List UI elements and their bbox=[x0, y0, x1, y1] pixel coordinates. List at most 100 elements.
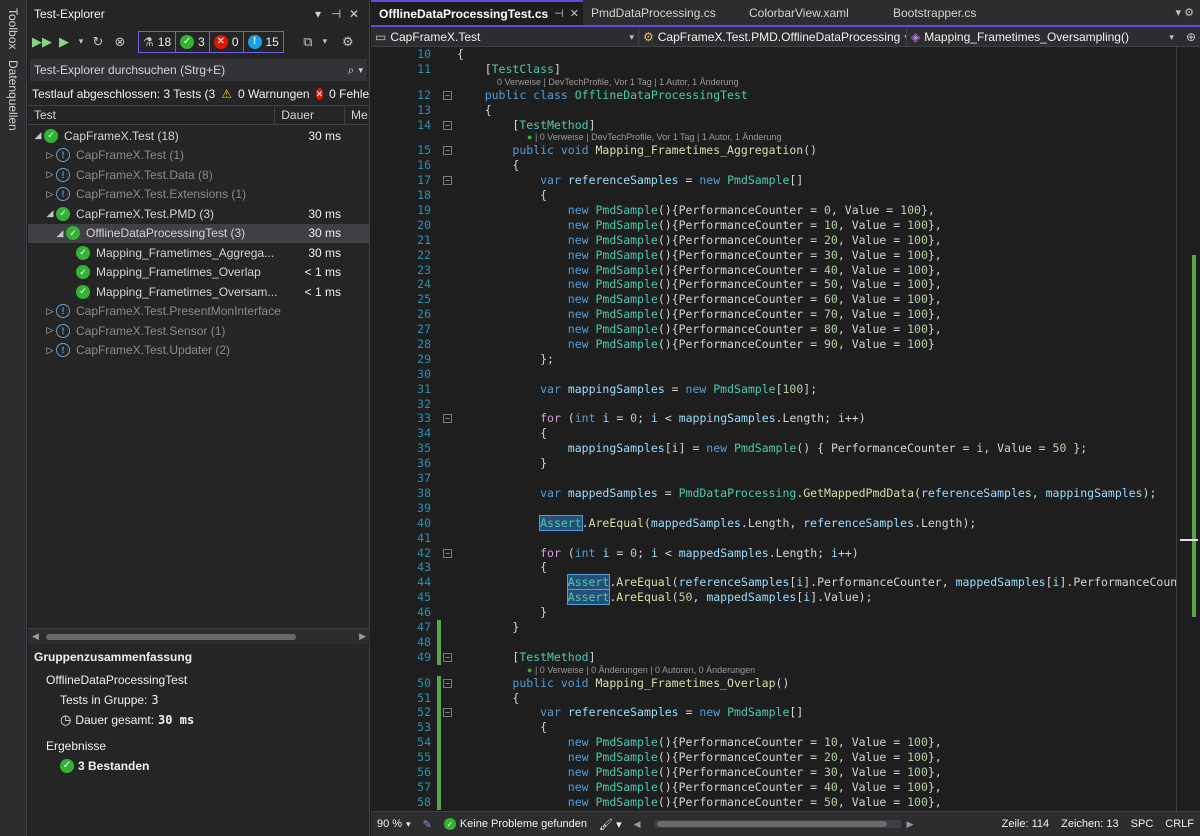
run-all-icon[interactable]: ▶▶ bbox=[32, 31, 52, 53]
tree-node[interactable]: ◢ ✓ CapFrameX.Test.PMD (3) 30 ms bbox=[28, 204, 369, 224]
summary-results: ✓ 3 Bestanden bbox=[34, 756, 364, 776]
tree-node[interactable]: ▷ ! CapFrameX.Test.Sensor (1) bbox=[28, 321, 369, 341]
chevron-down-icon: ▾ bbox=[629, 31, 634, 42]
split-icon[interactable]: ⊕ bbox=[1186, 30, 1196, 44]
collapsed-arrow-icon[interactable]: ▷ bbox=[44, 189, 56, 200]
column-message[interactable]: Me bbox=[345, 106, 369, 124]
column-test[interactable]: Test bbox=[28, 106, 276, 124]
passed-icon: ✓ bbox=[56, 206, 70, 221]
scroll-left-icon[interactable]: ◀ bbox=[32, 631, 39, 642]
toolbox-tab[interactable]: Toolbox bbox=[6, 8, 20, 49]
code-lens[interactable]: 0 Verweise | DevTechProfile, Vor 1 Tag |… bbox=[371, 77, 1200, 88]
code-line: 47 } bbox=[417, 619, 520, 635]
test-search-input[interactable]: Test-Explorer durchsuchen (Strg+E) ⌕ ▾ bbox=[30, 59, 367, 81]
editor-horizontal-scrollbar[interactable] bbox=[654, 820, 901, 828]
tab-bootstrapper[interactable]: Bootstrapper.cs bbox=[885, 0, 1015, 25]
code-line: 44 Assert.AreEqual(referenceSamples[i].P… bbox=[417, 574, 1185, 591]
line-ending[interactable]: CRLF bbox=[1159, 818, 1200, 830]
passed-icon: ● bbox=[527, 664, 533, 675]
pin-icon[interactable]: ⊣ bbox=[327, 7, 345, 21]
scroll-right-icon[interactable]: ▶ bbox=[359, 631, 366, 642]
collapsed-arrow-icon[interactable]: ▷ bbox=[44, 325, 56, 336]
repeat-run-icon[interactable]: ↻ bbox=[88, 31, 108, 53]
pin-icon[interactable]: ⊣ bbox=[554, 7, 564, 20]
scrollbar-thumb[interactable] bbox=[656, 821, 887, 827]
group-by-icon[interactable]: ⧉ bbox=[298, 31, 318, 53]
tree-horizontal-scrollbar[interactable]: ◀ ▶ bbox=[28, 628, 370, 644]
tree-node-selected[interactable]: ◢ ✓ OfflineDataProcessingTest (3) 30 ms bbox=[28, 223, 369, 243]
code-cleanup-icon[interactable]: 🖌 ▾ bbox=[593, 818, 628, 831]
failed-tests-filter[interactable]: ✕ 0 bbox=[210, 31, 244, 52]
code-lens[interactable]: ● | 0 Verweise | 0 Änderungen | 0 Autore… bbox=[371, 665, 1200, 676]
column-duration[interactable]: Dauer bbox=[275, 106, 346, 124]
test-leaf[interactable]: ✓ Mapping_Frametimes_Overlap < 1 ms bbox=[28, 263, 369, 283]
code-area[interactable]: 10{ 11 [TestClass] 0 Verweise | DevTechP… bbox=[371, 47, 1200, 811]
run-icon[interactable]: ▶ bbox=[54, 31, 74, 53]
code-line: 27 new PmdSample(){PerformanceCounter = … bbox=[417, 322, 942, 337]
close-icon[interactable]: ✕ bbox=[570, 7, 579, 20]
code-line: 55 new PmdSample(){PerformanceCounter = … bbox=[417, 750, 942, 765]
scroll-right-icon[interactable]: ▶ bbox=[901, 819, 920, 830]
passed-icon: ● bbox=[527, 132, 533, 143]
not-run-icon: ! bbox=[56, 148, 70, 163]
collapsed-arrow-icon[interactable]: ▷ bbox=[44, 150, 56, 161]
search-dropdown-icon[interactable]: ▾ bbox=[358, 65, 363, 76]
code-line: 39 bbox=[417, 500, 431, 515]
code-line: 24 new PmdSample(){PerformanceCounter = … bbox=[417, 277, 942, 292]
test-leaf[interactable]: ✓ Mapping_Frametimes_Aggrega... 30 ms bbox=[28, 243, 369, 263]
dropdown-icon[interactable]: ▾ bbox=[309, 7, 327, 21]
group-dropdown-icon[interactable]: ▾ bbox=[320, 31, 330, 53]
test-run-status: Testlauf abgeschlossen: 3 Tests (3 ⚠ 0 W… bbox=[32, 87, 369, 101]
char-indicator[interactable]: Zeichen: 13 bbox=[1055, 818, 1124, 830]
tree-node[interactable]: ▷ ! CapFrameX.Test.Data (8) bbox=[28, 165, 369, 185]
collapsed-arrow-icon[interactable]: ▷ bbox=[44, 306, 56, 317]
code-line: 23 new PmdSample(){PerformanceCounter = … bbox=[417, 262, 942, 277]
problems-indicator[interactable]: ✓ Keine Probleme gefunden bbox=[438, 818, 593, 830]
tab-list-dropdown-icon[interactable]: ▾ ⚙ bbox=[1176, 6, 1194, 19]
search-icon: ⌕ bbox=[347, 62, 355, 77]
warning-icon: ⚠ bbox=[221, 87, 232, 101]
tree-node[interactable]: ▷ ! CapFrameX.Test (1) bbox=[28, 146, 369, 166]
code-line: 53 { bbox=[417, 720, 548, 736]
tree-node[interactable]: ◢ ✓ CapFrameX.Test (18) 30 ms bbox=[28, 126, 369, 146]
check-icon: ✓ bbox=[180, 34, 195, 49]
test-explorer-toolbar: ▶▶ ▶ ▾ ↻ ⊗ ⚗ 18 ✓ 3 ✕ 0 ! 15 ⧉ ▾ ⚙ bbox=[28, 28, 369, 55]
code-line: 31 var mappingSamples = new PmdSample[10… bbox=[417, 381, 818, 396]
copilot-icon[interactable]: ✎ bbox=[417, 818, 438, 831]
passed-icon: ✓ bbox=[76, 284, 90, 299]
datasources-tab[interactable]: Datenquellen bbox=[6, 60, 20, 131]
test-tree: ◢ ✓ CapFrameX.Test (18) 30 ms ▷ ! CapFra… bbox=[28, 125, 369, 360]
close-icon[interactable]: ✕ bbox=[345, 7, 363, 21]
not-run-tests-filter[interactable]: ! 15 bbox=[244, 32, 283, 52]
whitespace-mode[interactable]: SPC bbox=[1125, 818, 1160, 830]
scrollbar-thumb[interactable] bbox=[46, 634, 296, 640]
tree-node[interactable]: ▷ ! CapFrameX.Test.Updater (2) bbox=[28, 341, 369, 361]
not-run-icon: ! bbox=[56, 343, 70, 358]
class-dropdown[interactable]: ⚙ CapFrameX.Test.PMD.OfflineDataProcessi… bbox=[639, 27, 907, 47]
not-run-icon: ! bbox=[56, 167, 70, 182]
summary-results-label: Ergebnisse bbox=[46, 738, 107, 753]
tab-offline-data-processing-test[interactable]: OfflineDataProcessingTest.cs ⊣ ✕ bbox=[371, 0, 583, 25]
passed-tests-filter[interactable]: ✓ 3 bbox=[176, 31, 210, 52]
collapsed-arrow-icon[interactable]: ▷ bbox=[44, 169, 56, 180]
expanded-arrow-icon[interactable]: ◢ bbox=[44, 208, 56, 219]
test-leaf[interactable]: ✓ Mapping_Frametimes_Oversam... < 1 ms bbox=[28, 282, 369, 302]
editor-vertical-scrollbar[interactable] bbox=[1176, 47, 1200, 811]
tree-node[interactable]: ▷ ! CapFrameX.Test.PresentMonInterface bbox=[28, 302, 369, 322]
collapsed-arrow-icon[interactable]: ▷ bbox=[44, 345, 56, 356]
scroll-left-icon[interactable]: ◀ bbox=[628, 819, 647, 830]
run-dropdown-icon[interactable]: ▾ bbox=[76, 31, 86, 53]
tab-pmd-data-processing[interactable]: PmdDataProcessing.cs bbox=[583, 0, 741, 25]
tab-colorbar-view[interactable]: ColorbarView.xaml bbox=[741, 0, 885, 25]
code-lens[interactable]: ● | 0 Verweise | DevTechProfile, Vor 1 T… bbox=[371, 132, 1200, 143]
total-tests-filter[interactable]: ⚗ 18 bbox=[139, 31, 177, 52]
cancel-run-icon[interactable]: ⊗ bbox=[110, 31, 130, 53]
expanded-arrow-icon[interactable]: ◢ bbox=[32, 130, 44, 141]
member-dropdown[interactable]: ◈ Mapping_Frametimes_Oversampling() ▾ ⊕ bbox=[907, 27, 1200, 47]
zoom-dropdown[interactable]: 90 % ▾ bbox=[371, 818, 417, 830]
line-indicator[interactable]: Zeile: 114 bbox=[996, 818, 1056, 830]
tree-node[interactable]: ▷ ! CapFrameX.Test.Extensions (1) bbox=[28, 185, 369, 205]
settings-icon[interactable]: ⚙ bbox=[338, 31, 358, 53]
expanded-arrow-icon[interactable]: ◢ bbox=[54, 228, 66, 239]
project-dropdown[interactable]: ▭ CapFrameX.Test ▾ bbox=[371, 27, 639, 47]
